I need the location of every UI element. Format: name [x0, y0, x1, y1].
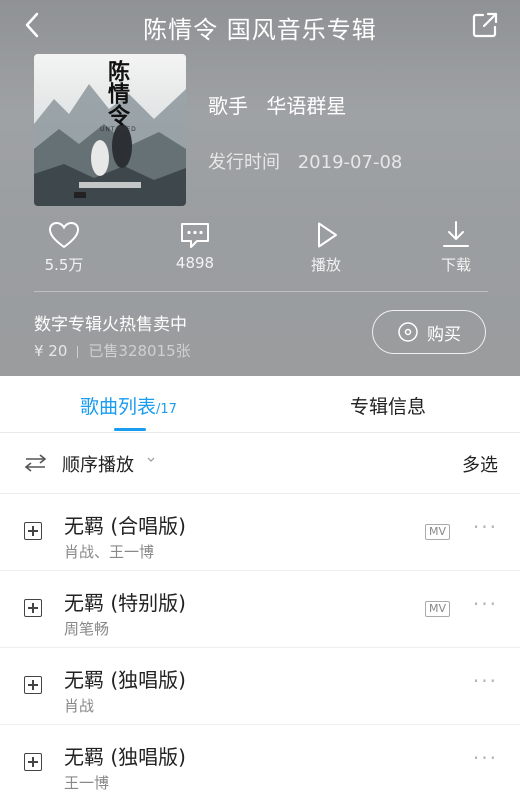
tab-song-list[interactable]: 歌曲列表/17 [80, 392, 177, 419]
release-date: 2019-07-08 [297, 152, 403, 173]
divider [34, 291, 488, 292]
page-title: 陈情令 国风音乐专辑 [143, 16, 377, 44]
buy-label: 购买 [427, 324, 461, 345]
sold-count: 已售328015张 [88, 342, 191, 360]
download-button[interactable]: 下载 [416, 220, 496, 275]
more-options-icon[interactable]: ··· [473, 671, 498, 691]
heart-icon [48, 221, 80, 249]
separator [77, 345, 79, 358]
comment-icon [181, 223, 209, 248]
play-button[interactable]: 播放 [286, 220, 366, 275]
song-title: 无羁 (合唱版) [64, 514, 186, 538]
song-title: 无羁 (独唱版) [64, 668, 186, 692]
sequential-play-icon[interactable] [24, 453, 48, 473]
song-count: /17 [156, 402, 177, 417]
release-info: 发行时间 2019-07-08 [208, 148, 414, 174]
singer-label: 歌手 [208, 94, 248, 118]
tab-album-info[interactable]: 专辑信息 [350, 392, 426, 419]
add-icon[interactable] [24, 753, 42, 771]
promo-text: 数字专辑火热售卖中 [34, 315, 187, 335]
chevron-down-icon [147, 457, 155, 462]
more-options-icon[interactable]: ··· [473, 517, 498, 537]
song-artist: 王一博 [64, 774, 110, 792]
mv-badge[interactable]: MV [425, 524, 451, 540]
song-artist: 肖战 [64, 697, 95, 715]
list-controls: 顺序播放 多选 [0, 433, 520, 494]
play-icon [318, 222, 337, 248]
multi-select-button[interactable]: 多选 [462, 451, 498, 477]
tab-album-info-label: 专辑信息 [350, 396, 427, 418]
album-header: 陈情令 国风音乐专辑 陈情令 UNTAMED 歌手 华语群星 发行时间 2019… [0, 0, 520, 376]
song-row[interactable]: 无羁 (独唱版) 肖战 ··· [0, 648, 520, 725]
tab-bar: 歌曲列表/17 专辑信息 [0, 376, 520, 433]
add-icon[interactable] [24, 676, 42, 694]
download-label: 下载 [440, 256, 471, 274]
comment-button[interactable]: 4898 [155, 220, 235, 272]
mv-badge[interactable]: MV [425, 601, 451, 617]
song-artist: 肖战、王一博 [64, 543, 155, 561]
add-icon[interactable] [24, 599, 42, 617]
add-icon[interactable] [24, 522, 42, 540]
action-bar: 5.5万 4898 播放 下载 [0, 220, 520, 280]
album-cover-subtitle: UNTAMED [100, 126, 137, 133]
play-label: 播放 [310, 256, 341, 274]
song-artist: 周笔畅 [64, 620, 110, 638]
release-label: 发行时间 [208, 152, 280, 173]
singer-value[interactable]: 华语群星 [266, 94, 346, 118]
song-list: 无羁 (合唱版) 肖战、王一博 MV ··· 无羁 (特别版) 周笔畅 MV ·… [0, 494, 520, 801]
singer-info: 歌手 华语群星 [208, 90, 358, 119]
like-button[interactable]: 5.5万 [24, 220, 104, 275]
comment-count: 4898 [175, 254, 215, 272]
share-button[interactable] [470, 10, 500, 40]
song-row[interactable]: 无羁 (特别版) 周笔畅 MV ··· [0, 571, 520, 648]
album-cover-title: 陈情令 [104, 60, 130, 126]
price-info: ¥ 20 已售328015张 [34, 340, 191, 361]
tab-indicator [114, 428, 146, 431]
like-count: 5.5万 [44, 256, 84, 274]
download-icon [443, 221, 469, 247]
buy-button[interactable]: 购买 [372, 310, 486, 354]
song-title: 无羁 (独唱版) [64, 745, 186, 769]
song-row[interactable]: 无羁 (独唱版) 王一博 ··· [0, 725, 520, 801]
album-price: ¥ 20 [34, 342, 68, 360]
disc-icon [398, 322, 418, 342]
play-order-dropdown[interactable]: 顺序播放 [62, 451, 134, 477]
album-cover[interactable]: 陈情令 UNTAMED [34, 54, 186, 206]
more-options-icon[interactable]: ··· [473, 594, 498, 614]
top-bar: 陈情令 国风音乐专辑 [0, 0, 520, 50]
tab-song-list-label: 歌曲列表 [80, 396, 157, 418]
share-icon [472, 12, 498, 38]
song-row[interactable]: 无羁 (合唱版) 肖战、王一博 MV ··· [0, 494, 520, 571]
song-title: 无羁 (特别版) [64, 591, 186, 615]
more-options-icon[interactable]: ··· [473, 748, 498, 768]
